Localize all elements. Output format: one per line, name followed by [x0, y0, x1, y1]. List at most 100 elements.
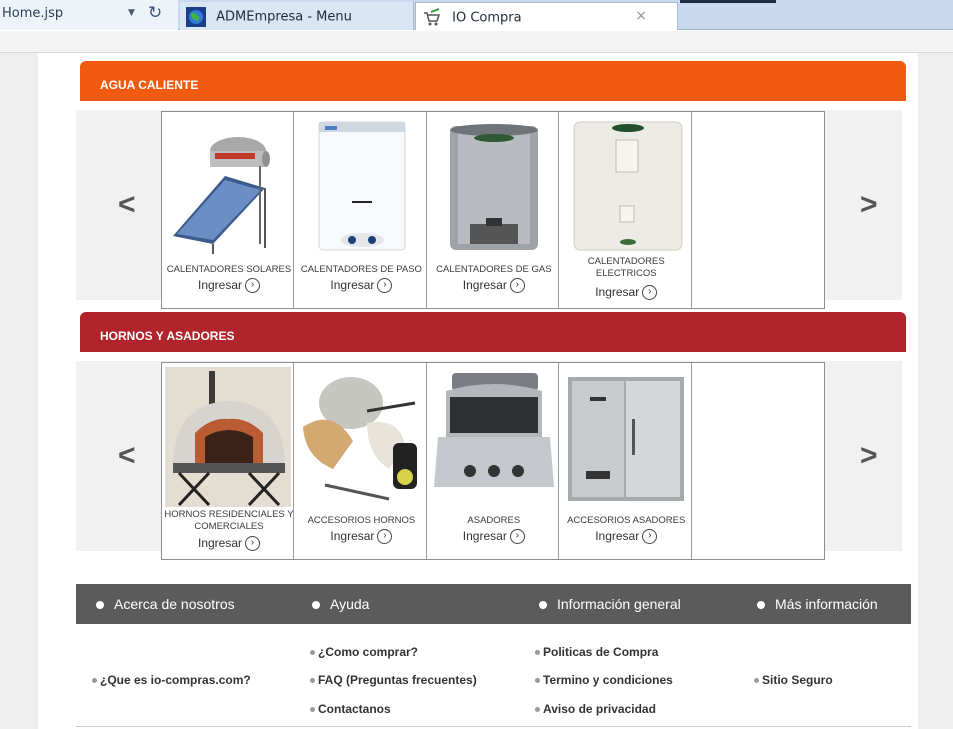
carousel-next-arrow-icon[interactable]: > — [860, 188, 878, 222]
product-card[interactable]: CALENTADORES SOLARES Ingresar › — [162, 112, 296, 308]
ingresar-link[interactable]: Ingresar › — [162, 278, 296, 294]
carousel-hornos-y-asadores: < > HORNOS RESIDENCIALES Y COMERCIALES I… — [76, 361, 902, 560]
footer-section-label: Más información — [775, 596, 878, 612]
footer-link[interactable]: Termino y condiciones — [535, 673, 673, 687]
footer-nav-bar: Acerca de nosotros Ayuda Información gen… — [76, 584, 911, 624]
product-card[interactable]: ACCESORIOS HORNOS Ingresar › — [294, 363, 428, 559]
product-grid: HORNOS RESIDENCIALES Y COMERCIALES Ingre… — [161, 362, 825, 560]
category-header-hornos-y-asadores: HORNOS Y ASADORES — [80, 312, 906, 352]
close-tab-icon[interactable]: × — [635, 8, 647, 24]
ingresar-label: Ingresar — [595, 285, 640, 299]
footer-link-label: Politicas de Compra — [543, 645, 659, 659]
ingresar-label: Ingresar — [197, 536, 243, 550]
bullet-icon — [310, 678, 315, 684]
footer-link-label: ¿Como comprar? — [318, 645, 419, 659]
refresh-icon[interactable]: ↻ — [148, 3, 162, 23]
empty-product-slot — [692, 363, 824, 559]
cart-favicon-icon — [424, 8, 441, 26]
arrow-circle-icon: › — [377, 529, 393, 545]
browser-tab-bar: Home.jsp ▼ ↻ ADMEmpresa - Menu IO Compra… — [0, 0, 953, 30]
product-card[interactable]: CALENTADORES ELECTRICOS Ingresar › — [559, 112, 693, 308]
arrow-circle-icon: › — [509, 278, 525, 294]
footer-link[interactable]: Aviso de privacidad — [535, 702, 656, 716]
footer-divider — [76, 726, 911, 727]
address-dropdown-icon[interactable]: ▼ — [128, 8, 135, 18]
footer-section-label: Información general — [557, 596, 681, 612]
footer-section-label: Acerca de nosotros — [114, 596, 235, 612]
product-caption: HORNOS RESIDENCIALES Y COMERCIALES — [164, 509, 294, 532]
footer-section-mas[interactable]: Más información — [757, 596, 878, 612]
grill-accessories-image — [568, 377, 685, 501]
footer-section-acerca[interactable]: Acerca de nosotros — [96, 596, 235, 612]
globe-favicon-icon — [186, 7, 206, 27]
carousel-prev-arrow-icon[interactable]: < — [118, 188, 136, 222]
window-strip — [680, 0, 776, 3]
tab-title: ADMEmpresa - Menu — [216, 9, 352, 25]
arrow-circle-icon: › — [509, 529, 525, 545]
arrow-circle-icon: › — [245, 278, 261, 294]
product-grid: CALENTADORES SOLARES Ingresar › CALENTAD… — [161, 111, 825, 309]
bullet-icon — [757, 601, 765, 610]
tab-admempresa[interactable]: ADMEmpresa - Menu — [180, 2, 414, 30]
footer-link-label: Termino y condiciones — [543, 673, 673, 687]
empty-product-slot — [692, 112, 824, 308]
category-header-agua-caliente: AGUA CALIENTE — [80, 61, 906, 101]
product-card[interactable]: ASADORES Ingresar › — [427, 363, 561, 559]
ingresar-label: Ingresar — [330, 278, 375, 292]
arrow-circle-icon: › — [377, 278, 393, 294]
ingresar-label: Ingresar — [197, 278, 243, 292]
carousel-agua-caliente: < > CALENTADORES SOLARES Ingresar › CALE… — [76, 110, 902, 309]
bullet-icon — [535, 678, 540, 684]
product-caption: ASADORES — [467, 515, 521, 526]
electric-heater-image — [573, 121, 683, 251]
footer-link-label: FAQ (Preguntas frecuentes) — [318, 673, 477, 687]
footer-section-label: Ayuda — [330, 596, 370, 612]
browser-toolbar — [0, 31, 953, 53]
footer-link-label: Contactanos — [318, 702, 391, 716]
footer-link[interactable]: Sitio Seguro — [754, 673, 833, 687]
carousel-prev-arrow-icon[interactable]: < — [118, 439, 136, 473]
ingresar-link[interactable]: Ingresar › — [559, 529, 693, 545]
bullet-icon — [754, 678, 759, 684]
main-content: AGUA CALIENTE < > CALENTADORES SOLARES I… — [38, 53, 918, 729]
footer-section-ayuda[interactable]: Ayuda — [312, 596, 369, 612]
product-card[interactable]: HORNOS RESIDENCIALES Y COMERCIALES Ingre… — [162, 363, 296, 559]
product-card[interactable]: ACCESORIOS ASADORES Ingresar › — [559, 363, 693, 559]
product-card[interactable]: CALENTADORES DE GAS Ingresar › — [427, 112, 561, 308]
address-bar[interactable]: Home.jsp ▼ ↻ — [0, 0, 178, 30]
bullet-icon — [539, 601, 547, 610]
arrow-circle-icon: › — [642, 529, 658, 545]
tab-io-compra[interactable]: IO Compra × — [415, 2, 678, 30]
bullet-icon — [312, 601, 320, 610]
product-card[interactable]: CALENTADORES DE PASO Ingresar › — [294, 112, 428, 308]
footer-link-label: ¿Que es io-compras.com? — [100, 673, 251, 687]
grill-image — [433, 373, 554, 487]
tankless-heater-image — [318, 121, 406, 251]
address-text: Home.jsp — [2, 6, 64, 21]
footer-link[interactable]: ¿Como comprar? — [310, 645, 418, 659]
ingresar-label: Ingresar — [330, 529, 375, 543]
oven-accessories-image — [303, 377, 418, 501]
pizza-oven-image — [165, 367, 291, 507]
solar-heater-image — [173, 137, 270, 254]
product-caption: CALENTADORES ELECTRICOS — [587, 256, 665, 279]
ingresar-link[interactable]: Ingresar › — [294, 529, 428, 545]
product-caption: ACCESORIOS HORNOS — [307, 515, 416, 526]
ingresar-link[interactable]: Ingresar › — [427, 278, 561, 294]
product-caption: CALENTADORES SOLARES — [166, 264, 292, 275]
carousel-next-arrow-icon[interactable]: > — [860, 439, 878, 473]
product-caption: CALENTADORES DE GAS — [436, 264, 552, 275]
footer-link[interactable]: FAQ (Preguntas frecuentes) — [310, 673, 477, 687]
arrow-circle-icon: › — [245, 536, 261, 552]
ingresar-link[interactable]: Ingresar › — [427, 529, 561, 545]
footer-section-informacion[interactable]: Información general — [539, 596, 681, 612]
bullet-icon — [535, 707, 540, 713]
footer-link[interactable]: Politicas de Compra — [535, 645, 658, 659]
footer-link[interactable]: ¿Que es io-compras.com? — [92, 673, 251, 687]
ingresar-link[interactable]: Ingresar › — [162, 536, 296, 552]
bullet-icon — [96, 601, 104, 610]
footer-link-label: Sitio Seguro — [762, 673, 833, 687]
ingresar-link[interactable]: Ingresar › — [559, 285, 693, 301]
footer-link[interactable]: Contactanos — [310, 702, 391, 716]
ingresar-link[interactable]: Ingresar › — [294, 278, 428, 294]
